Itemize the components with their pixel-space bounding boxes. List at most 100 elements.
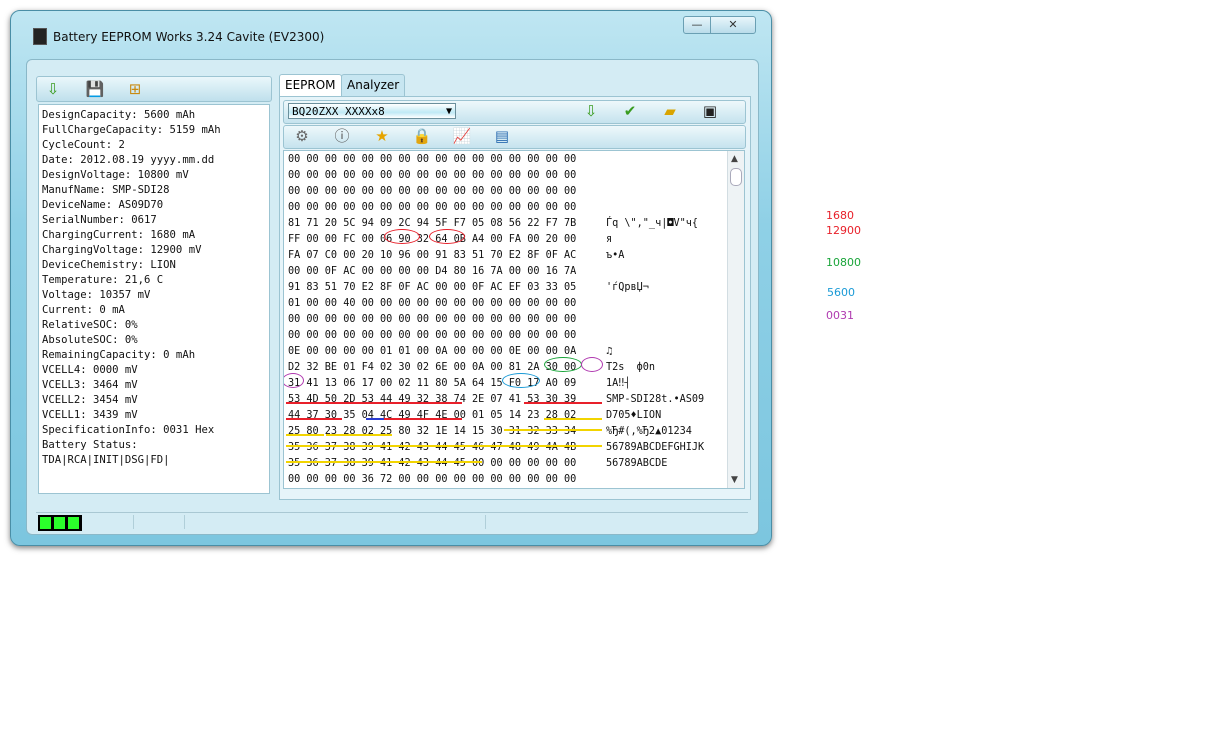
- hex-row: 00 00 00 00 36 72 00 00 00 00 00 00 00 0…: [288, 474, 577, 485]
- info-line: Date: 2012.08.19 yyyy.mm.dd: [42, 154, 215, 166]
- hex-row: 35 36 37 38 39 41 42 43 44 45 00 00 00 0…: [288, 458, 577, 469]
- info-line: AbsoluteSOC: 0%: [42, 334, 138, 346]
- info-line: DeviceName: AS09D70: [42, 199, 164, 211]
- settings-window-icon[interactable]: ▤: [492, 127, 512, 145]
- hex-row: 81 71 20 5C 94 09 2C 94 5F F7 05 08 56 2…: [288, 218, 577, 229]
- check-icon[interactable]: ✔: [620, 102, 640, 120]
- info-line: Temperature: 21,6 C: [42, 274, 164, 286]
- hex-row: 44 37 30 35 04 4C 49 4F 4E 00 01 05 14 2…: [288, 410, 577, 421]
- ascii-row: я: [606, 234, 613, 245]
- side-note: 5600: [827, 286, 855, 299]
- open-folder-icon[interactable]: ▰: [660, 102, 680, 120]
- ascii-row: 'ѓQpвЏ¬: [606, 282, 649, 293]
- hex-scrollbar[interactable]: ▲ ▼: [727, 151, 744, 488]
- battery-cell: [68, 517, 79, 529]
- chip-toolbar: BQ20ZXX XXXXx8 ▼ ⇩ ✔ ▰ ▣: [283, 100, 746, 124]
- minimize-button[interactable]: —: [683, 16, 711, 34]
- hex-row: 53 4D 50 2D 53 44 49 32 38 74 2E 07 41 5…: [288, 394, 577, 405]
- hex-row: 00 00 0F AC 00 00 00 00 D4 80 16 7A 00 0…: [288, 266, 577, 277]
- right-panel: EEPROM Analyzer BQ20ZXX XXXXx8 ▼ ⇩ ✔ ▰ ▣…: [279, 74, 751, 500]
- hex-row: 00 00 00 00 00 00 00 00 00 00 00 00 00 0…: [288, 314, 577, 325]
- tools-toolbar: ⚙ ⓘ ★ 🔒 📈 ▤: [283, 125, 746, 149]
- info-line: VCELL4: 0000 mV: [42, 364, 138, 376]
- chart-icon[interactable]: 📈: [452, 127, 472, 145]
- info-line: Battery Status:: [42, 439, 138, 451]
- info-line: VCELL1: 3439 mV: [42, 409, 138, 421]
- info-line: ManufName: SMP-SDI28: [42, 184, 170, 196]
- save-icon[interactable]: ▣: [700, 102, 720, 120]
- tab-analyzer[interactable]: Analyzer: [341, 74, 406, 96]
- save-icon[interactable]: 💾: [85, 80, 105, 98]
- read-arrow-icon[interactable]: ⇩: [581, 102, 601, 120]
- scroll-thumb[interactable]: [730, 168, 742, 186]
- scroll-up-arrow-icon[interactable]: ▲: [731, 154, 738, 164]
- info-line: VCELL3: 3464 mV: [42, 379, 138, 391]
- ascii-row: T2s ф0n: [606, 362, 656, 373]
- info-line: Current: 0 mA: [42, 304, 125, 316]
- hex-row: 00 00 00 00 00 00 00 00 00 00 00 00 00 0…: [288, 202, 577, 213]
- ascii-row: %Ђ#(‚%Ђ2▲01234: [606, 426, 692, 437]
- hex-view[interactable]: 00 00 00 00 00 00 00 00 00 00 00 00 00 0…: [283, 150, 745, 489]
- chip-select[interactable]: BQ20ZXX XXXXx8 ▼: [288, 103, 456, 119]
- hex-row: 25 80 23 28 02 25 80 32 1E 14 15 30 31 3…: [288, 426, 577, 437]
- app-window: Battery EEPROM Works 3.24 Cavite (EV2300…: [10, 10, 772, 546]
- hex-row: 00 00 00 00 00 00 00 00 00 00 00 00 00 0…: [288, 154, 577, 165]
- side-note: 10800: [826, 256, 861, 269]
- tab-eeprom[interactable]: EEPROM: [279, 74, 342, 97]
- ascii-row: SMP-SDI28t.•AS09: [606, 394, 705, 405]
- info-line: CycleCount: 2: [42, 139, 125, 151]
- window-title: Battery EEPROM Works 3.24 Cavite (EV2300…: [53, 30, 325, 44]
- lock-icon[interactable]: 🔒: [412, 127, 432, 145]
- ascii-row: ъ•А: [606, 250, 625, 261]
- hex-row: 91 83 51 70 E2 8F 0F AC 00 00 0F AC EF 0…: [288, 282, 577, 293]
- info-line: RemainingCapacity: 0 mAh: [42, 349, 196, 361]
- side-note: 12900: [826, 224, 861, 237]
- app-icon: [33, 28, 47, 45]
- info-line: SpecificationInfo: 0031 Hex: [42, 424, 215, 436]
- ascii-row: 1A‼┤: [606, 378, 631, 389]
- battery-info-box: DesignCapacity: 5600 mAh FullChargeCapaci…: [38, 104, 270, 494]
- info-line: FullChargeCapacity: 5159 mAh: [42, 124, 221, 136]
- left-toolbar: ⇩ 💾 ⊞: [36, 76, 272, 102]
- hex-row: 00 00 00 00 00 00 00 00 00 00 00 00 00 0…: [288, 170, 577, 181]
- hex-row: 00 00 00 00 00 00 00 00 00 00 00 00 00 0…: [288, 330, 577, 341]
- gear-icon[interactable]: ⚙: [292, 127, 312, 145]
- hex-row: 31 41 13 06 17 00 02 11 80 5A 64 15 F0 1…: [288, 378, 577, 389]
- info-line: ChargingCurrent: 1680 mA: [42, 229, 196, 241]
- hex-row: 01 00 00 40 00 00 00 00 00 00 00 00 00 0…: [288, 298, 577, 309]
- info-line: ChargingVoltage: 12900 mV: [42, 244, 202, 256]
- ascii-row: 56789ABCDEFGHIJK: [606, 442, 705, 453]
- battery-cell: [40, 517, 51, 529]
- side-note: 1680: [826, 209, 854, 222]
- info-line: VCELL2: 3454 mV: [42, 394, 138, 406]
- status-segment: [185, 515, 486, 529]
- info-line: RelativeSOC: 0%: [42, 319, 138, 331]
- info-line: TDA|RCA|INIT|DSG|FD|: [42, 454, 170, 466]
- info-icon[interactable]: ⓘ: [332, 127, 352, 145]
- title-bar[interactable]: Battery EEPROM Works 3.24 Cavite (EV2300…: [11, 11, 771, 55]
- battery-indicator-icon: [38, 515, 82, 531]
- side-note: 0031: [826, 309, 854, 322]
- star-icon[interactable]: ★: [372, 127, 392, 145]
- hex-row: 35 36 37 38 39 41 42 43 44 45 46 47 48 4…: [288, 442, 577, 453]
- chevron-down-icon: ▼: [445, 106, 452, 117]
- status-segment: [134, 515, 185, 529]
- ascii-row: Ѓq \","_ч|◘V"ч{: [606, 218, 699, 229]
- info-line: Voltage: 10357 mV: [42, 289, 151, 301]
- tree-icon[interactable]: ⊞: [125, 80, 145, 98]
- hex-row: FF 00 00 FC 00 06 90 32 64 0B A4 00 FA 0…: [288, 234, 577, 245]
- info-lines: DesignCapacity: 5600 mAh FullChargeCapaci…: [39, 105, 269, 468]
- eeprom-tab-content: BQ20ZXX XXXXx8 ▼ ⇩ ✔ ▰ ▣ ⚙ ⓘ ★ 🔒 📈 ▤ 00 …: [279, 96, 751, 500]
- close-button[interactable]: ✕: [710, 16, 756, 34]
- info-line: DesignVoltage: 10800 mV: [42, 169, 189, 181]
- scroll-down-arrow-icon[interactable]: ▼: [731, 475, 738, 485]
- annotation-circle-purple: [581, 357, 603, 372]
- hex-row: 00 00 00 00 00 00 00 00 00 00 00 00 00 0…: [288, 186, 577, 197]
- info-line: DesignCapacity: 5600 mAh: [42, 109, 196, 121]
- ascii-row: D705♦LION: [606, 410, 662, 421]
- hex-row: 0E 00 00 00 00 01 01 00 0A 00 00 00 0E 0…: [288, 346, 577, 357]
- hex-row: D2 32 BE 01 F4 02 30 02 6E 00 0A 00 81 2…: [288, 362, 577, 373]
- ascii-row: ♫: [606, 346, 613, 357]
- hex-row: FA 07 C0 00 20 10 96 00 91 83 51 70 E2 8…: [288, 250, 577, 261]
- download-arrow-icon[interactable]: ⇩: [43, 80, 63, 98]
